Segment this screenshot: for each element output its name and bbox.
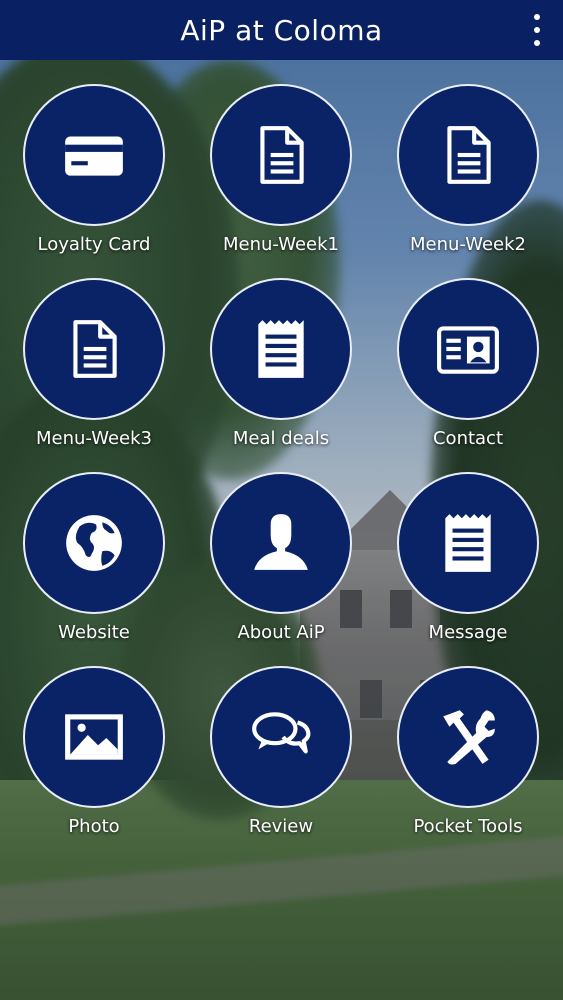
tile-circle[interactable] — [23, 84, 165, 226]
app-title: AiP at Coloma — [180, 13, 383, 47]
tile-label: Menu-Week3 — [36, 428, 152, 449]
tile-menu-week3[interactable]: Menu-Week3 — [4, 278, 184, 458]
tile-circle[interactable] — [397, 278, 539, 420]
tile-review[interactable]: Review — [191, 666, 371, 846]
tile-label: Pocket Tools — [413, 816, 523, 837]
tile-circle[interactable] — [397, 666, 539, 808]
document-icon — [260, 126, 304, 184]
document-icon — [73, 320, 117, 378]
tile-label: Meal deals — [232, 428, 330, 449]
credit-card-icon — [65, 136, 123, 176]
tile-grid: Loyalty Card Menu-Week1 Menu-Week2 Menu-… — [0, 0, 563, 1000]
tile-loyalty-card[interactable]: Loyalty Card — [4, 84, 184, 264]
image-icon — [65, 714, 123, 760]
notepad-icon — [445, 514, 491, 572]
person-icon — [254, 514, 308, 570]
tile-circle[interactable] — [210, 84, 352, 226]
tile-photo[interactable]: Photo — [4, 666, 184, 846]
tile-label: Menu-Week2 — [410, 234, 526, 255]
globe-icon — [66, 515, 122, 571]
tile-circle[interactable] — [210, 472, 352, 614]
tile-meal-deals[interactable]: Meal deals — [191, 278, 371, 458]
tile-label: Loyalty Card — [37, 234, 151, 255]
tile-message[interactable]: Message — [378, 472, 558, 652]
tile-menu-week1[interactable]: Menu-Week1 — [191, 84, 371, 264]
tile-label: Photo — [68, 816, 120, 837]
tile-pocket-tools[interactable]: Pocket Tools — [378, 666, 558, 846]
tile-circle[interactable] — [23, 278, 165, 420]
tile-circle[interactable] — [23, 472, 165, 614]
tile-label: Contact — [432, 428, 504, 449]
tile-circle[interactable] — [210, 278, 352, 420]
tile-circle[interactable] — [397, 84, 539, 226]
chat-bubbles-icon — [252, 712, 311, 754]
tile-circle[interactable] — [23, 666, 165, 808]
tile-label: Review — [248, 816, 314, 837]
contact-card-icon — [437, 326, 499, 374]
tile-circle[interactable] — [397, 472, 539, 614]
tile-contact[interactable]: Contact — [378, 278, 558, 458]
tile-label: About AiP — [237, 622, 325, 643]
more-vert-icon[interactable] — [531, 14, 543, 46]
tools-icon — [443, 710, 495, 765]
notepad-icon — [258, 320, 304, 378]
tile-menu-week2[interactable]: Menu-Week2 — [378, 84, 558, 264]
tile-about-aip[interactable]: About AiP — [191, 472, 371, 652]
tile-circle[interactable] — [210, 666, 352, 808]
app-bar: AiP at Coloma — [0, 0, 563, 60]
tile-label: Website — [58, 622, 130, 643]
tile-website[interactable]: Website — [4, 472, 184, 652]
tile-label: Message — [428, 622, 508, 643]
document-icon — [447, 126, 491, 184]
tile-label: Menu-Week1 — [223, 234, 339, 255]
